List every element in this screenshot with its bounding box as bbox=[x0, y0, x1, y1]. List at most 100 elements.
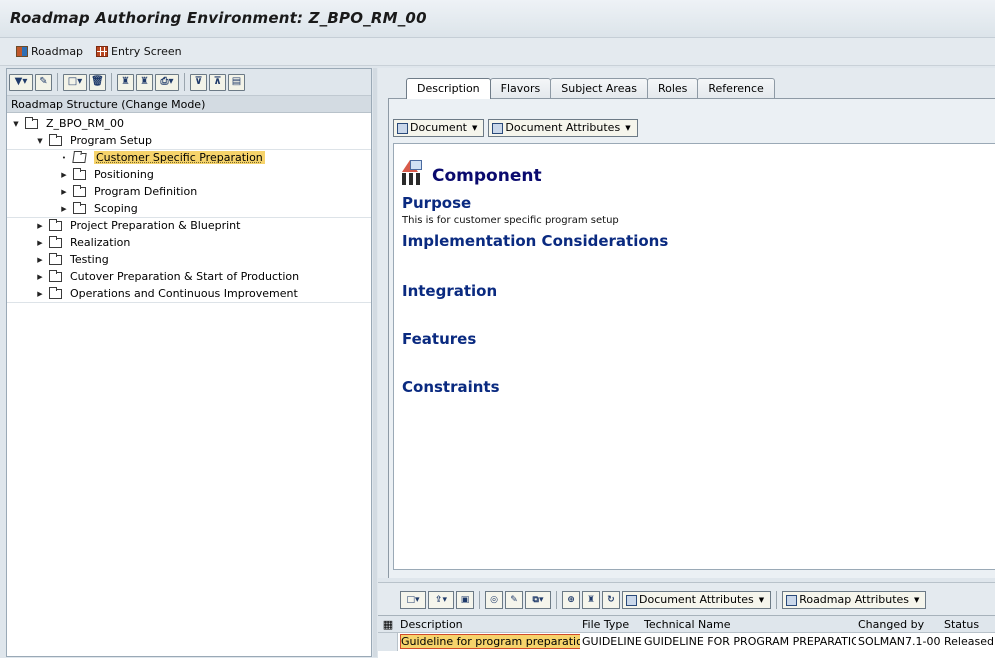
expand-all-icon[interactable]: ⊽ bbox=[190, 73, 207, 91]
tree-node-program-definition[interactable]: ▶ Program Definition bbox=[59, 183, 197, 200]
folder-icon bbox=[73, 167, 86, 180]
row-selector[interactable] bbox=[378, 633, 398, 651]
details-icon[interactable]: ▤ bbox=[228, 73, 245, 91]
tree-node-label: Operations and Continuous Improvement bbox=[70, 287, 298, 300]
find-icon[interactable]: ♜ bbox=[117, 73, 134, 91]
transfer-icon[interactable]: ⊕ bbox=[562, 591, 580, 609]
bottom-document-attributes-label: Document Attributes bbox=[639, 593, 754, 606]
documents-pane: □▾ ⇪▾ ▣ ◎ ✎ ⧉▾ ⊕ ♜ ↻ Document Attributes… bbox=[378, 582, 995, 658]
attributes-icon bbox=[492, 122, 504, 134]
tab-roles[interactable]: Roles bbox=[646, 78, 699, 99]
table-cell-status: Released bbox=[944, 635, 994, 648]
table-header: ▦ Description File Type Technical Name C… bbox=[378, 616, 995, 633]
tree-node-label: Z_BPO_RM_00 bbox=[46, 117, 125, 130]
tree-node-cutover[interactable]: ▶ Cutover Preparation & Start of Product… bbox=[35, 268, 299, 285]
structure-toolbar: ▼▾ ✎ □▾ 🗑 ♜ ♜ ⎙▾ ⊽ ⊼ ▤ bbox=[7, 69, 371, 96]
copy-icon[interactable]: ⧉▾ bbox=[525, 591, 551, 609]
tree-node-program-setup[interactable]: ▼ Program Setup bbox=[35, 132, 152, 149]
expanded-triangle-icon[interactable]: ▼ bbox=[11, 120, 21, 128]
toolbar-separator bbox=[556, 591, 557, 609]
entry-screen-button[interactable]: Entry Screen bbox=[96, 45, 182, 58]
tree-node-label: Positioning bbox=[94, 168, 154, 181]
implementation-heading: Implementation Considerations bbox=[402, 232, 669, 250]
toolbar-separator bbox=[111, 73, 112, 91]
find-icon[interactable]: ♜ bbox=[582, 591, 600, 609]
table-cell-description[interactable]: Guideline for program preparation bbox=[400, 634, 580, 649]
table-cell-changed-by: SOLMAN7.1-00 bbox=[858, 635, 941, 648]
component-icon bbox=[402, 160, 428, 186]
expanded-triangle-icon[interactable]: ▼ bbox=[35, 137, 45, 145]
tree-node-positioning[interactable]: ▶ Positioning bbox=[59, 166, 154, 183]
collapsed-triangle-icon[interactable]: ▶ bbox=[59, 205, 69, 213]
print-icon[interactable]: ⎙▾ bbox=[155, 73, 179, 91]
marker-icon[interactable]: ✎ bbox=[35, 73, 52, 91]
create-document-icon[interactable]: □▾ bbox=[400, 591, 426, 609]
select-all-icon[interactable]: ▦ bbox=[378, 616, 398, 632]
tree-node-label: Project Preparation & Blueprint bbox=[70, 219, 241, 232]
collapsed-triangle-icon[interactable]: ▶ bbox=[59, 188, 69, 196]
edit-icon[interactable]: ✎ bbox=[505, 591, 523, 609]
folder-icon bbox=[49, 252, 62, 265]
table-cell-technical-name: GUIDELINE FOR PROGRAM PREPARATION bbox=[644, 635, 856, 648]
tree-node-operations[interactable]: ▶ Operations and Continuous Improvement bbox=[35, 285, 298, 302]
display-icon[interactable]: ◎ bbox=[485, 591, 503, 609]
pane-splitter[interactable] bbox=[373, 68, 377, 657]
tree-node-root[interactable]: ▼ Z_BPO_RM_00 bbox=[11, 115, 124, 132]
toolbar-separator bbox=[184, 73, 185, 91]
collapsed-triangle-icon[interactable]: ▶ bbox=[35, 222, 45, 230]
roadmap-attributes-button[interactable]: Roadmap Attributes ▼ bbox=[782, 591, 927, 609]
document-button-label: Document bbox=[410, 121, 467, 134]
refresh-icon[interactable]: ↻ bbox=[602, 591, 620, 609]
find-next-icon[interactable]: ♜ bbox=[136, 73, 153, 91]
collapsed-triangle-icon[interactable]: ▶ bbox=[35, 239, 45, 247]
integration-heading: Integration bbox=[402, 282, 498, 300]
column-header-status[interactable]: Status bbox=[942, 616, 995, 632]
upload-icon[interactable]: ⇪▾ bbox=[428, 591, 454, 609]
document-attributes-label: Document Attributes bbox=[505, 121, 621, 134]
tree-node-testing[interactable]: ▶ Testing bbox=[35, 251, 109, 268]
document-button[interactable]: Document ▼ bbox=[393, 119, 485, 137]
column-header-technical-name[interactable]: Technical Name bbox=[642, 616, 856, 632]
dropdown-arrow-icon: ▼ bbox=[758, 596, 765, 604]
folder-icon bbox=[49, 269, 62, 282]
folder-icon bbox=[25, 116, 38, 129]
tree-node-label: Scoping bbox=[94, 202, 138, 215]
roadmap-structure-pane: ▼▾ ✎ □▾ 🗑 ♜ ♜ ⎙▾ ⊽ ⊼ ▤ Roadmap Structure… bbox=[6, 68, 372, 657]
delete-icon[interactable]: 🗑 bbox=[89, 73, 106, 91]
roadmap-attributes-label: Roadmap Attributes bbox=[799, 593, 910, 606]
tab-reference[interactable]: Reference bbox=[697, 78, 775, 99]
document-viewer[interactable]: Component Purpose This is for customer s… bbox=[393, 143, 995, 570]
collapsed-triangle-icon[interactable]: ▶ bbox=[59, 171, 69, 179]
save-icon[interactable]: ▣ bbox=[456, 591, 474, 609]
bottom-document-attributes-button[interactable]: Document Attributes ▼ bbox=[622, 591, 772, 609]
filter-icon[interactable]: ▼▾ bbox=[9, 73, 33, 91]
open-folder-icon bbox=[72, 152, 87, 163]
collapsed-triangle-icon[interactable]: ▶ bbox=[35, 290, 45, 298]
collapsed-triangle-icon[interactable]: ▶ bbox=[35, 273, 45, 281]
tree-node-scoping[interactable]: ▶ Scoping bbox=[59, 200, 138, 217]
column-header-changed-by[interactable]: Changed by bbox=[856, 616, 942, 632]
document-toolbar: Document ▼ Document Attributes ▼ bbox=[393, 119, 638, 137]
folder-icon bbox=[49, 286, 62, 299]
create-node-icon[interactable]: □▾ bbox=[63, 73, 87, 91]
roadmap-button[interactable]: Roadmap bbox=[16, 45, 83, 58]
tab-flavors[interactable]: Flavors bbox=[489, 78, 552, 99]
folder-icon bbox=[73, 184, 86, 197]
tab-subject-areas[interactable]: Subject Areas bbox=[550, 78, 648, 99]
leaf-dot-icon: • bbox=[61, 153, 67, 162]
tree-node-project-preparation[interactable]: ▶ Project Preparation & Blueprint bbox=[35, 217, 240, 234]
documents-toolbar: □▾ ⇪▾ ▣ ◎ ✎ ⧉▾ ⊕ ♜ ↻ Document Attributes… bbox=[400, 591, 927, 609]
folder-icon bbox=[73, 201, 86, 214]
table-row[interactable]: Guideline for program preparation GUIDEL… bbox=[378, 633, 995, 651]
column-header-file-type[interactable]: File Type bbox=[580, 616, 642, 632]
tree-node-realization[interactable]: ▶ Realization bbox=[35, 234, 130, 251]
description-tab-body: Document ▼ Document Attributes ▼ Compone… bbox=[388, 99, 995, 578]
tab-description[interactable]: Description bbox=[406, 78, 491, 99]
tree-divider bbox=[7, 302, 371, 303]
document-attributes-button[interactable]: Document Attributes ▼ bbox=[488, 119, 638, 137]
column-header-description[interactable]: Description bbox=[398, 616, 580, 632]
collapsed-triangle-icon[interactable]: ▶ bbox=[35, 256, 45, 264]
attributes-icon bbox=[626, 594, 637, 606]
collapse-all-icon[interactable]: ⊼ bbox=[209, 73, 226, 91]
tree-node-customer-specific-preparation[interactable]: • Customer Specific Preparation bbox=[59, 149, 265, 166]
